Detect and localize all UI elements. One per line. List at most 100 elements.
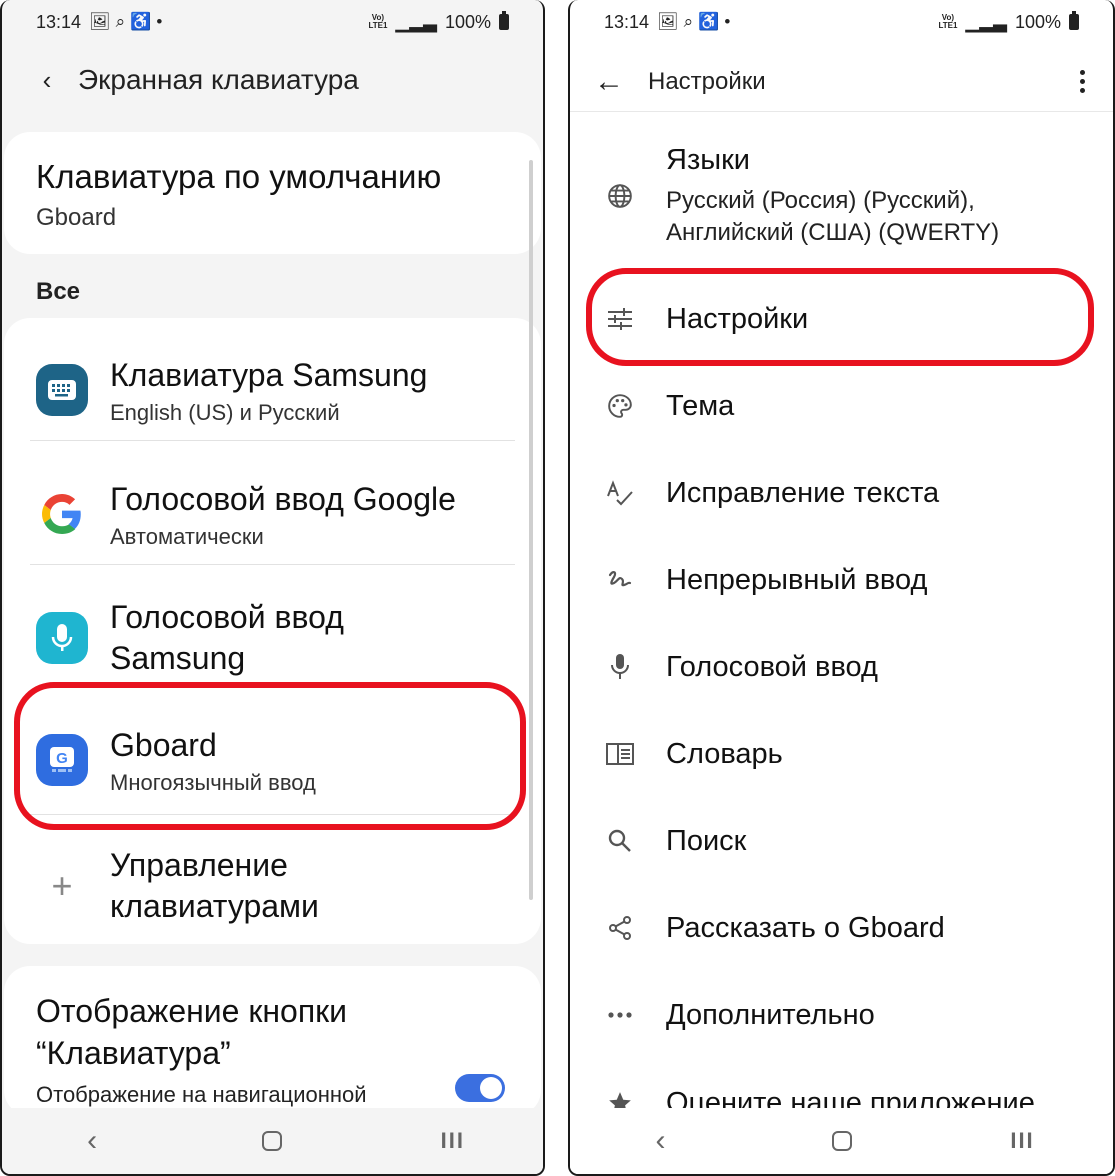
menu-item-advanced[interactable]: Дополнительно xyxy=(570,972,1113,1058)
menu-item-text-correction[interactable]: Исправление текста xyxy=(570,450,1113,536)
accessibility-icon: ♿ xyxy=(698,12,720,31)
menu-item-settings[interactable]: Настройки xyxy=(570,276,1113,362)
signal-icon: ▁▂▃ xyxy=(965,11,1007,32)
plus-icon: + xyxy=(51,865,73,906)
menu-item-label: Непрерывный ввод xyxy=(666,563,928,596)
menu-item-label: Тема xyxy=(666,389,735,422)
menu-item-label: Словарь xyxy=(666,737,783,770)
samsung-voice-icon xyxy=(36,612,88,664)
menu-item-label: Настройки xyxy=(666,302,809,335)
right-phone-screen: 13:14 🖼 ⌕ ♿ • Vo) LTE1 ▁▂▃ 100% ← Настрой… xyxy=(568,0,1115,1176)
status-notification-icons: 🖼 ⌕ ♿ • xyxy=(657,12,730,32)
menu-item-subtitle: Русский (Россия) (Русский), Английский (… xyxy=(666,186,1000,246)
signal-icon: ▁▂▃ xyxy=(395,11,437,32)
samsung-keyboard-icon xyxy=(36,364,88,416)
page-title: Экранная клавиатура xyxy=(78,64,359,95)
nav-back-button[interactable]: ‹ xyxy=(62,1121,122,1161)
image-icon: 🖼 xyxy=(89,12,111,31)
keyboard-list: Клавиатура Samsung English (US) и Русски… xyxy=(4,318,541,944)
battery-label: 100% xyxy=(444,11,491,32)
status-time: 13:14 xyxy=(604,11,650,32)
divider xyxy=(30,440,515,441)
nav-home-button[interactable] xyxy=(242,1121,302,1161)
accessibility-icon: ♿ xyxy=(130,12,152,31)
gboard-icon: G xyxy=(36,734,88,786)
more-options-button[interactable] xyxy=(1067,62,1097,102)
recents-icon: III xyxy=(440,1128,465,1153)
search-icon: ⌕ xyxy=(115,12,126,31)
arrow-left-icon: ← xyxy=(594,64,624,98)
spellcheck-icon xyxy=(600,473,640,513)
list-item-subtitle: Многоязычный ввод xyxy=(110,769,316,795)
divider xyxy=(30,814,515,815)
nav-back-button[interactable]: ‹ xyxy=(631,1121,691,1161)
menu-item-label: Дополнительно xyxy=(666,998,875,1031)
recents-icon: III xyxy=(1010,1128,1035,1153)
list-item-title: Gboard xyxy=(110,726,217,763)
keyboard-button-setting[interactable]: Отображение кнопки “Клавиатура” Отображе… xyxy=(4,966,541,1116)
chevron-left-icon: ‹ xyxy=(655,1124,666,1157)
list-item-samsung-keyboard[interactable]: Клавиатура Samsung English (US) и Русски… xyxy=(4,340,541,440)
list-item-subtitle: English (US) и Русский xyxy=(110,399,340,425)
back-button[interactable]: ‹ xyxy=(24,57,70,103)
battery-label: 100% xyxy=(1014,11,1061,32)
status-bar: 13:14 🖼 ⌕ ♿ • Vo) LTE1 ▁▂▃ 100% xyxy=(2,0,543,44)
menu-item-dictionary[interactable]: Словарь xyxy=(570,711,1113,797)
menu-item-theme[interactable]: Тема xyxy=(570,363,1113,449)
scrollbar[interactable] xyxy=(529,160,533,900)
menu-item-label: Рассказать о Gboard xyxy=(666,911,945,944)
list-item-google-voice[interactable]: Голосовой ввод Google Автоматически xyxy=(4,464,541,564)
menu-item-label: Исправление текста xyxy=(666,476,940,509)
menu-item-languages[interactable]: Языки Русский (Россия) (Русский), Англий… xyxy=(570,140,1113,252)
list-item-samsung-voice[interactable]: Голосовой ввод Samsung xyxy=(4,586,541,690)
page-title: Настройки xyxy=(648,67,766,95)
more-vertical-icon-dot xyxy=(1079,79,1085,84)
microphone-icon xyxy=(600,647,640,687)
default-keyboard-card[interactable]: Клавиатура по умолчанию Gboard xyxy=(4,132,541,254)
navigation-bar: ‹ III xyxy=(2,1108,543,1174)
menu-item-label: Голосовой ввод xyxy=(666,650,878,683)
nav-recents-button[interactable]: III xyxy=(993,1121,1053,1161)
manage-keyboards-button[interactable]: + Управление клавиатурами xyxy=(4,834,541,938)
battery-icon xyxy=(499,11,509,30)
status-time: 13:14 xyxy=(36,11,82,32)
dot-icon: • xyxy=(156,12,163,31)
google-g-icon xyxy=(36,488,88,540)
list-item-title: Клавиатура Samsung xyxy=(110,356,428,393)
glide-typing-icon xyxy=(600,560,640,600)
back-button[interactable]: ← xyxy=(584,57,634,107)
app-bar: ‹ Экранная клавиатура xyxy=(2,52,543,108)
app-bar: ← Настройки xyxy=(570,52,1113,112)
menu-item-glide-typing[interactable]: Непрерывный ввод xyxy=(570,537,1113,623)
nav-home-button[interactable] xyxy=(812,1121,872,1161)
dictionary-icon xyxy=(600,734,640,774)
share-icon xyxy=(600,908,640,948)
menu-item-label: Поиск xyxy=(666,824,747,857)
list-item-title: Голосовой ввод Samsung xyxy=(110,599,344,676)
search-icon xyxy=(600,821,640,861)
home-icon xyxy=(831,1131,852,1151)
menu-item-title: Языки xyxy=(666,143,750,176)
globe-icon xyxy=(600,176,640,216)
menu-item-share[interactable]: Рассказать о Gboard xyxy=(570,885,1113,971)
section-label-all: Все xyxy=(36,278,81,305)
palette-icon xyxy=(600,386,640,426)
search-icon: ⌕ xyxy=(683,12,694,31)
navigation-bar: ‹ III xyxy=(570,1108,1113,1174)
chevron-left-icon: ‹ xyxy=(42,64,52,95)
more-vertical-icon xyxy=(1079,70,1085,75)
divider xyxy=(30,564,515,565)
menu-item-search[interactable]: Поиск xyxy=(570,798,1113,884)
chevron-left-icon: ‹ xyxy=(87,1124,98,1157)
nav-recents-button[interactable]: III xyxy=(423,1121,483,1161)
default-keyboard-value: Gboard xyxy=(36,204,117,231)
svg-text:G: G xyxy=(56,750,68,767)
image-icon: 🖼 xyxy=(657,12,679,31)
list-item-subtitle: Автоматически xyxy=(110,523,264,549)
menu-item-voice-input[interactable]: Голосовой ввод xyxy=(570,624,1113,710)
default-keyboard-title: Клавиатура по умолчанию xyxy=(36,158,442,195)
more-vertical-icon-dot xyxy=(1079,88,1085,93)
keyboard-button-toggle[interactable] xyxy=(455,1074,505,1102)
list-item-gboard[interactable]: G Gboard Многоязычный ввод xyxy=(4,710,541,810)
status-notification-icons: 🖼 ⌕ ♿ • xyxy=(89,12,162,32)
